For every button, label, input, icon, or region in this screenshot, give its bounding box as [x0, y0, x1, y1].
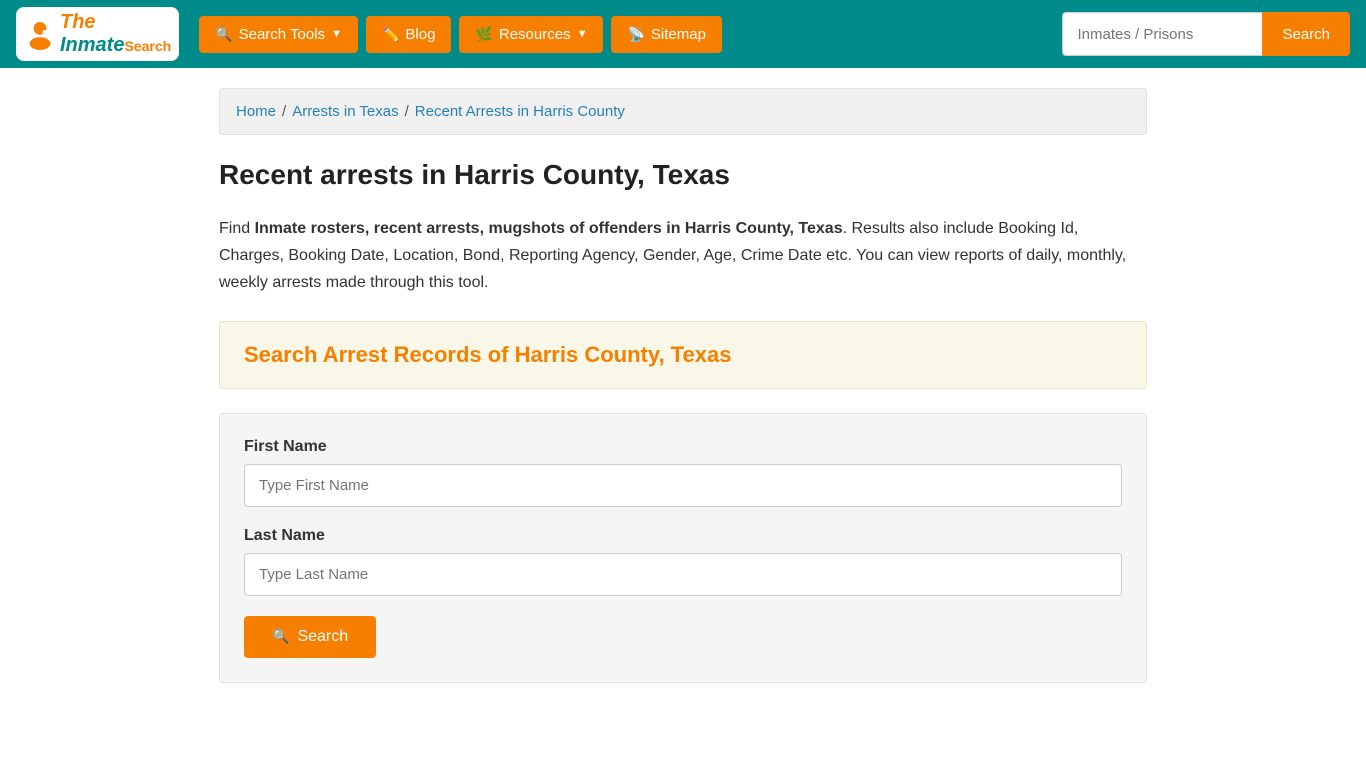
- search-tools-chevron-icon: ▼: [331, 28, 342, 40]
- blog-button[interactable]: Blog: [366, 16, 451, 53]
- breadcrumb-arrests-texas-label: Arrests in Texas: [292, 103, 398, 120]
- first-name-label: First Name: [244, 438, 1122, 456]
- blog-icon: [382, 26, 399, 43]
- logo-search-text: Search: [124, 38, 171, 54]
- nav-search-button-label: Search: [1282, 26, 1330, 43]
- page-title: Recent arrests in Harris County, Texas: [219, 159, 1147, 191]
- first-name-input[interactable]: [244, 464, 1122, 507]
- search-section-header: Search Arrest Records of Harris County, …: [219, 321, 1147, 389]
- search-submit-label: Search: [297, 628, 348, 646]
- form-area: First Name Last Name Search: [219, 413, 1147, 683]
- breadcrumb: Home / Arrests in Texas / Recent Arrests…: [219, 88, 1147, 135]
- resources-label: Resources: [499, 26, 571, 43]
- logo-the: The: [60, 11, 96, 33]
- logo-text: The InmateSearch: [60, 11, 171, 57]
- sitemap-label: Sitemap: [651, 26, 706, 43]
- breadcrumb-arrests-texas-link[interactable]: Arrests in Texas: [292, 103, 398, 120]
- search-section-title: Search Arrest Records of Harris County, …: [244, 342, 1122, 368]
- logo-inmate: Inmate: [60, 34, 124, 56]
- logo-person-icon: [24, 18, 56, 50]
- breadcrumb-current-label: Recent Arrests in Harris County: [415, 103, 625, 120]
- logo-link[interactable]: The InmateSearch: [16, 7, 179, 61]
- breadcrumb-home-link[interactable]: Home: [236, 103, 276, 120]
- resources-chevron-icon: ▼: [577, 28, 588, 40]
- sitemap-button[interactable]: Sitemap: [611, 16, 721, 53]
- resources-icon: [475, 26, 492, 43]
- first-name-group: First Name: [244, 438, 1122, 507]
- breadcrumb-sep-1: /: [282, 103, 286, 120]
- logo-box: The InmateSearch: [16, 7, 179, 61]
- breadcrumb-home-label: Home: [236, 103, 276, 120]
- last-name-label: Last Name: [244, 527, 1122, 545]
- blog-label: Blog: [405, 26, 435, 43]
- search-tools-button[interactable]: Search Tools ▼: [199, 16, 358, 53]
- breadcrumb-current-link[interactable]: Recent Arrests in Harris County: [415, 103, 625, 120]
- search-tools-icon: [215, 26, 232, 43]
- search-submit-icon: [272, 628, 289, 646]
- nav-search-button[interactable]: Search: [1262, 12, 1350, 56]
- last-name-group: Last Name: [244, 527, 1122, 596]
- search-tools-label: Search Tools: [239, 26, 325, 43]
- resources-button[interactable]: Resources ▼: [459, 16, 603, 53]
- nav-search-area: Search: [1062, 12, 1350, 56]
- content-wrapper: Home / Arrests in Texas / Recent Arrests…: [203, 68, 1163, 703]
- sitemap-icon: [627, 26, 644, 43]
- description-text-1: Find: [219, 220, 255, 237]
- page-description: Find Inmate rosters, recent arrests, mug…: [219, 215, 1147, 297]
- navbar: The InmateSearch Search Tools ▼ Blog Res…: [0, 0, 1366, 68]
- breadcrumb-sep-2: /: [405, 103, 409, 120]
- description-bold: Inmate rosters, recent arrests, mugshots…: [255, 220, 843, 237]
- search-submit-button[interactable]: Search: [244, 616, 376, 658]
- last-name-input[interactable]: [244, 553, 1122, 596]
- nav-search-input[interactable]: [1062, 12, 1262, 56]
